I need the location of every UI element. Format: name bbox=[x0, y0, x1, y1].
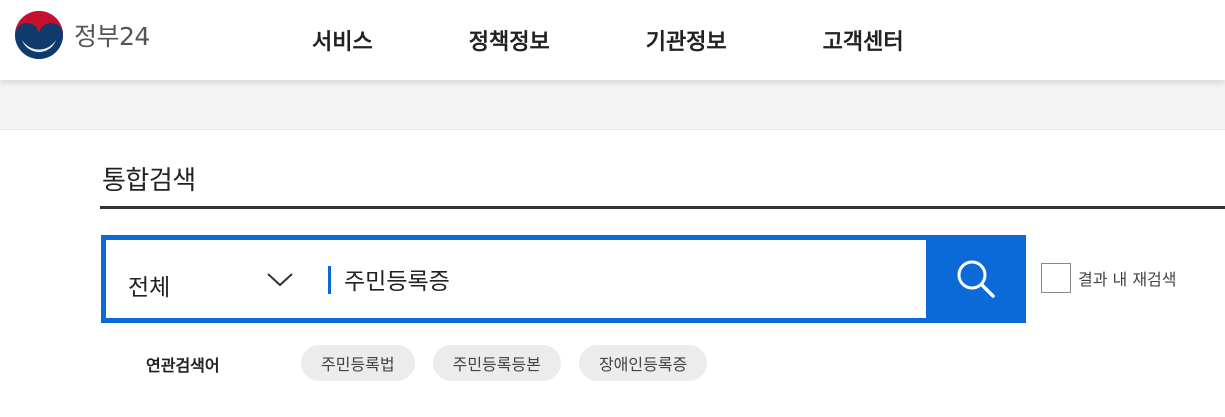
search-icon bbox=[957, 260, 995, 298]
gov24-logo[interactable]: 정부24 bbox=[14, 10, 150, 60]
related-keyword-chip[interactable]: 장애인등록증 bbox=[578, 345, 708, 381]
search-within-results-checkbox[interactable] bbox=[1041, 263, 1071, 293]
search-box: 전체 bbox=[101, 235, 1026, 323]
related-keywords-list: 주민등록법 주민등록등본 장애인등록증 bbox=[301, 345, 725, 381]
related-keyword-chip[interactable]: 주민등록법 bbox=[301, 345, 415, 381]
sub-header-band bbox=[0, 80, 1225, 130]
input-cursor-divider bbox=[328, 266, 331, 294]
chevron-down-icon bbox=[267, 273, 293, 287]
search-within-results-label: 결과 내 재검색 bbox=[1078, 270, 1177, 289]
title-divider bbox=[100, 206, 1225, 209]
related-keyword-chip[interactable]: 주민등록등본 bbox=[432, 345, 561, 381]
page-title: 통합검색 bbox=[102, 166, 196, 196]
related-keywords-label: 연관검색어 bbox=[146, 356, 220, 375]
nav-item-institutions[interactable]: 기관정보 bbox=[646, 24, 727, 56]
search-button[interactable] bbox=[926, 235, 1026, 323]
search-scope-select[interactable]: 전체 bbox=[106, 240, 326, 318]
nav-item-services[interactable]: 서비스 bbox=[312, 24, 373, 56]
main-nav: 서비스 정책정보 기관정보 고객센터 bbox=[312, 24, 1000, 56]
search-scope-value: 전체 bbox=[128, 275, 171, 301]
nav-item-policy[interactable]: 정책정보 bbox=[469, 24, 550, 56]
logo-text: 정부24 bbox=[74, 22, 150, 51]
site-header: 정부24 서비스 정책정보 기관정보 고객센터 bbox=[0, 0, 1225, 80]
search-within-results[interactable]: 결과 내 재검색 bbox=[1041, 263, 1177, 293]
nav-item-customer-center[interactable]: 고객센터 bbox=[823, 24, 904, 56]
taegeuk-logo-icon bbox=[15, 11, 63, 59]
search-input[interactable] bbox=[342, 254, 922, 304]
